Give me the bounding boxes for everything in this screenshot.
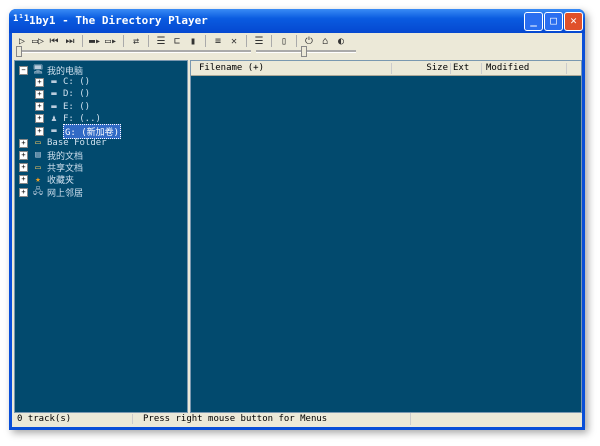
folder-play-icon[interactable]: ▬▸ bbox=[87, 36, 103, 47]
expand-toggle[interactable]: + bbox=[19, 187, 28, 197]
play-next-icon[interactable]: ▭▷ bbox=[30, 36, 46, 47]
seek-slider[interactable] bbox=[16, 46, 251, 57]
column-filename[interactable]: Filename (+) bbox=[199, 63, 392, 74]
column-ext[interactable]: Ext bbox=[453, 63, 482, 74]
tree-item[interactable]: + ▭ 共享文档 bbox=[19, 162, 83, 174]
shuffle-icon[interactable]: ⇄ bbox=[128, 36, 144, 47]
folder-icon: ▭ bbox=[35, 138, 41, 149]
toolbar: ▷ ▭▷ ⏮ ⏭ ▬▸ ▭▸ ⇄ ☰ ⊏ ▮ ≡ ✕ ☰ ▯ ⏻ ⌂ ◐ bbox=[14, 34, 349, 48]
folder-tree[interactable]: − 🖥 我的电脑 + ▬ C: () + ▬ D: () + ▬ E: () + ♟ F: (..) + ▬ G:… bbox=[14, 60, 188, 413]
list-header: Filename (+) Size Ext Modified bbox=[191, 61, 581, 76]
tree-item-label: C: () bbox=[63, 77, 91, 88]
drive-icon: ▬ bbox=[51, 126, 57, 136]
folder-next-icon[interactable]: ▭▸ bbox=[103, 36, 119, 47]
tree-item-label: D: () bbox=[63, 89, 91, 100]
drive-icon: ▬ bbox=[51, 89, 57, 100]
expand-toggle[interactable]: + bbox=[35, 89, 44, 99]
expand-toggle[interactable]: + bbox=[35, 114, 44, 124]
toolbar-separator bbox=[123, 35, 124, 47]
window-icon[interactable]: ⊏ bbox=[169, 36, 185, 47]
app-icon: 1¹1 bbox=[13, 14, 30, 24]
tree-item[interactable]: + ▭ Base Folder bbox=[19, 137, 107, 149]
tree-item-label: E: () bbox=[63, 101, 91, 112]
expand-toggle[interactable]: + bbox=[35, 126, 44, 136]
toolbar-separator bbox=[82, 35, 83, 47]
column-modified[interactable]: Modified bbox=[486, 63, 567, 74]
drive-icon: ▬ bbox=[51, 77, 57, 88]
documents-icon: ▤ bbox=[35, 150, 41, 161]
file-list[interactable]: Filename (+) Size Ext Modified bbox=[190, 60, 582, 413]
toolbar-separator bbox=[271, 35, 272, 47]
tree-item-label: 收藏夹 bbox=[47, 176, 75, 187]
status-bar: 0 track(s) Press right mouse button for … bbox=[12, 411, 582, 427]
drive-icon: ▬ bbox=[51, 101, 57, 112]
tree-item-label: 网上邻居 bbox=[47, 188, 84, 199]
file-icon[interactable]: ▯ bbox=[276, 36, 292, 47]
tree-item-label: F: (..) bbox=[63, 113, 101, 124]
expand-toggle[interactable]: + bbox=[19, 163, 28, 173]
expand-toggle[interactable]: + bbox=[35, 102, 44, 112]
window-title: 1by1 - The Directory Player bbox=[29, 14, 208, 27]
expand-toggle[interactable]: + bbox=[19, 150, 28, 160]
status-hint: Press right mouse button for Menus bbox=[132, 414, 327, 424]
app-window: 1¹1 1by1 - The Directory Player _ □ ✕ ▷ ▭… bbox=[9, 9, 585, 430]
tree-item[interactable]: − 🖥 我的电脑 bbox=[19, 64, 84, 77]
close-button[interactable]: ✕ bbox=[564, 12, 583, 31]
tree-item[interactable]: + ▬ C: () bbox=[35, 76, 90, 88]
next-track-icon[interactable]: ⏭ bbox=[62, 36, 78, 47]
tree-item-label: Base Folder bbox=[47, 138, 107, 149]
power-icon[interactable]: ⏻ bbox=[301, 36, 317, 47]
expand-toggle[interactable]: + bbox=[19, 175, 28, 185]
toolbar-separator bbox=[205, 35, 206, 47]
list-icon[interactable]: ☰ bbox=[251, 36, 267, 47]
expand-toggle[interactable]: + bbox=[19, 138, 28, 148]
toolbar-separator bbox=[148, 35, 149, 47]
tree-item-label: 我的电脑 bbox=[47, 66, 84, 77]
play-icon[interactable]: ▷ bbox=[14, 36, 30, 47]
tree-item-label: 共享文档 bbox=[47, 164, 84, 175]
tree-item[interactable]: + ▤ 我的文档 bbox=[19, 149, 84, 162]
track-count: 0 track(s) bbox=[17, 414, 72, 424]
tree-item[interactable]: + 🖧 网上邻居 bbox=[19, 186, 84, 199]
expand-toggle[interactable]: − bbox=[19, 65, 28, 75]
tree-item[interactable]: + ▬ E: () bbox=[35, 101, 90, 113]
toolbar-separator bbox=[296, 35, 297, 47]
computer-icon: 🖥 bbox=[32, 65, 44, 75]
expand-toggle[interactable]: + bbox=[35, 77, 44, 87]
network-drive-icon: ♟ bbox=[51, 113, 57, 124]
tree-item[interactable]: + ★ 收藏夹 bbox=[19, 174, 74, 186]
previous-track-icon[interactable]: ⏮ bbox=[46, 36, 62, 47]
network-icon: 🖧 bbox=[32, 187, 44, 197]
column-size[interactable]: Size bbox=[391, 63, 451, 74]
tree-item-label: 我的文档 bbox=[47, 151, 84, 162]
folder-icon: ▭ bbox=[35, 162, 41, 173]
title-bar: 1¹1 1by1 - The Directory Player _ □ ✕ bbox=[9, 9, 585, 33]
toolbar-separator bbox=[246, 35, 247, 47]
tree-item[interactable]: + ▬ D: () bbox=[35, 88, 90, 100]
refresh-icon[interactable]: ◐ bbox=[333, 36, 349, 47]
volume-slider[interactable] bbox=[256, 46, 356, 57]
equalizer-icon[interactable]: ≡ bbox=[210, 36, 226, 47]
settings-icon[interactable]: ☰ bbox=[153, 36, 169, 47]
home-icon[interactable]: ⌂ bbox=[317, 36, 333, 47]
close-icon[interactable]: ✕ bbox=[226, 36, 242, 47]
minimize-button[interactable]: _ bbox=[524, 12, 543, 31]
bookmark-icon[interactable]: ▮ bbox=[185, 36, 201, 47]
tree-item[interactable]: + ▬ G: (新加卷) bbox=[35, 123, 122, 139]
maximize-button[interactable]: □ bbox=[544, 12, 563, 31]
